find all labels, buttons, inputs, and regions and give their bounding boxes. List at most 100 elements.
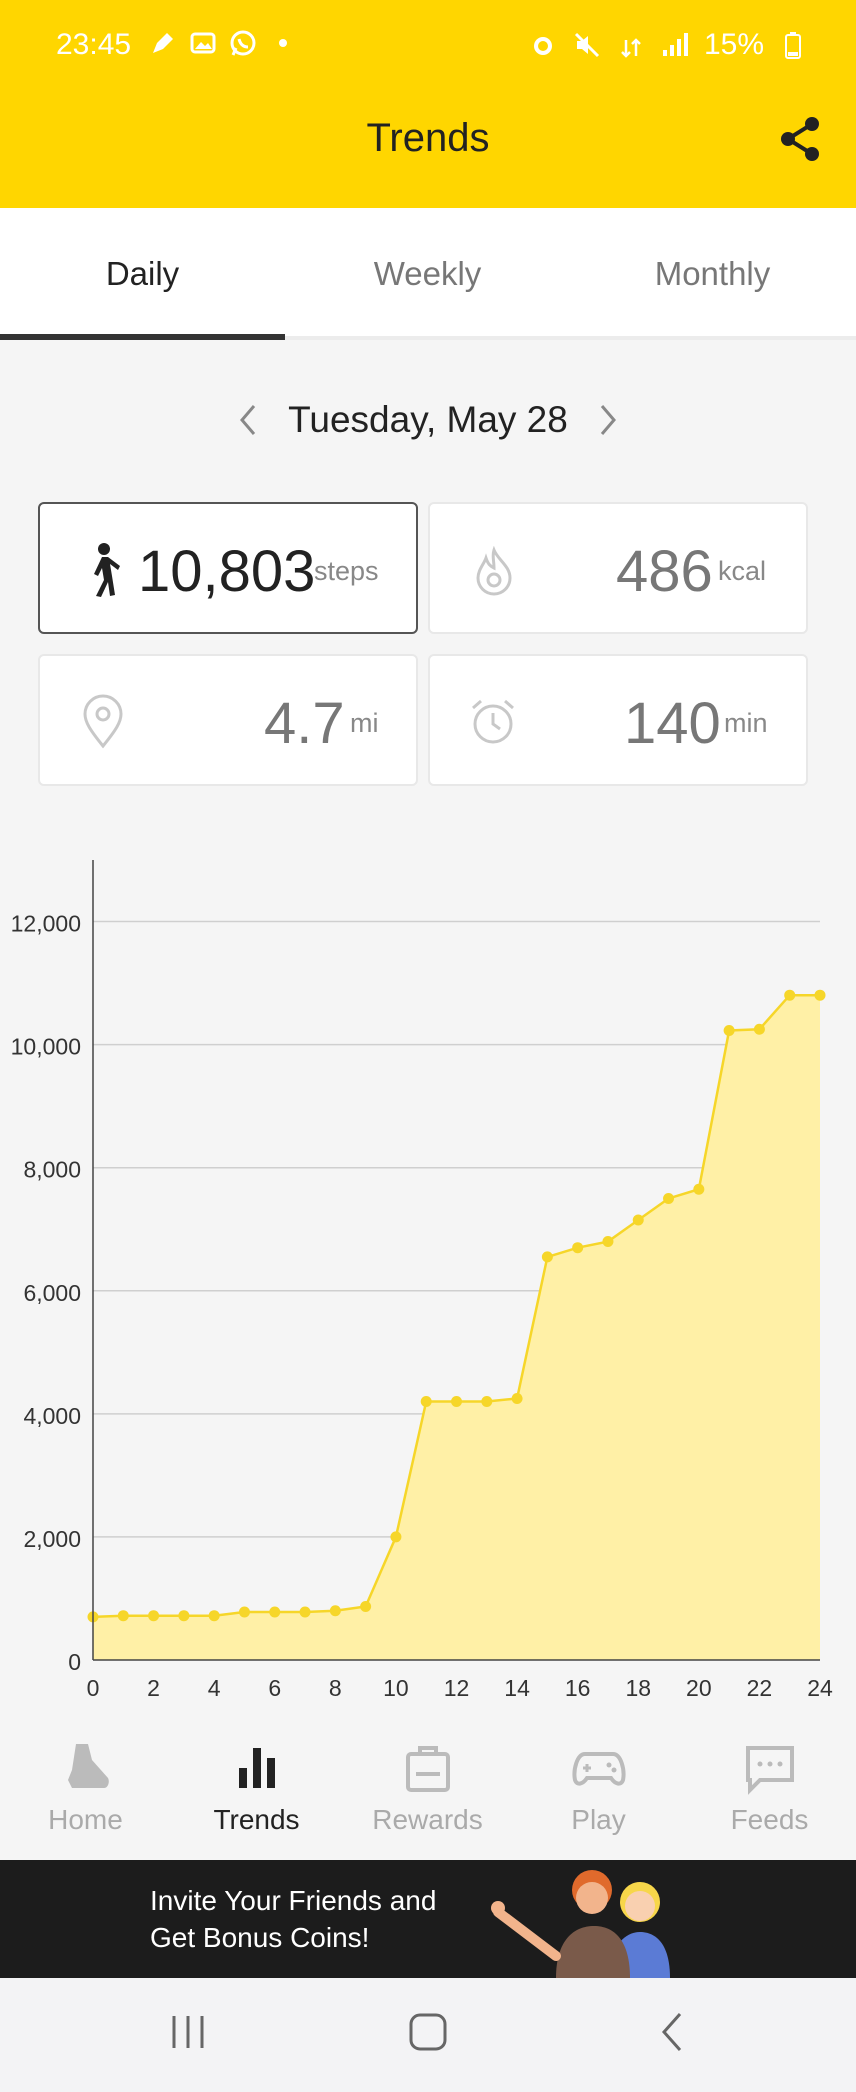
tab-weekly[interactable]: Weekly: [285, 208, 570, 340]
shopping-bag-icon: [405, 1746, 450, 1792]
nav-feeds-label: Feeds: [730, 1804, 809, 1835]
data-point: [541, 1251, 553, 1263]
x-tick-label: 18: [625, 1675, 651, 1700]
whatsapp-notification-icon: [228, 28, 258, 58]
distance-card[interactable]: 4.7 mi: [38, 654, 418, 786]
distance-unit: mi: [350, 708, 379, 738]
nav-trends[interactable]: Trends: [171, 1740, 342, 1836]
data-point: [269, 1606, 281, 1618]
y-tick-label: 2,000: [23, 1526, 81, 1552]
y-tick-label: 4,000: [23, 1403, 81, 1429]
steps-chart: 0 2,000 4,000 6,000 8,000 10,000 12,000 0 2 4 6 8 10…: [0, 850, 856, 1701]
data-point: [329, 1605, 341, 1617]
calories-card[interactable]: 486 kcal: [428, 502, 808, 634]
friends-illustration: [491, 1870, 670, 1978]
bottom-navigation: Home Trends Rewards Play Feeds: [0, 1720, 856, 1860]
steps-card[interactable]: 10,803 steps: [38, 502, 418, 634]
data-point: [511, 1392, 523, 1404]
y-tick-label: 6,000: [23, 1280, 81, 1306]
steps-value: 10,803: [138, 539, 316, 604]
banner-line-1: Invite Your Friends and: [150, 1885, 437, 1916]
nav-rewards[interactable]: Rewards: [342, 1740, 513, 1836]
distance-value: 4.7: [264, 691, 345, 756]
nav-feeds[interactable]: Feeds: [684, 1740, 855, 1836]
data-point: [723, 1024, 735, 1036]
data-point: [572, 1242, 584, 1254]
active-time-value: 140: [624, 691, 721, 756]
alarm-status-icon: [528, 30, 558, 60]
y-tick-label: 8,000: [23, 1157, 81, 1183]
next-day-button[interactable]: [588, 396, 628, 444]
data-point: [693, 1183, 705, 1195]
status-right-icons: 15%: [528, 28, 808, 62]
y-tick-label: 10,000: [11, 1034, 81, 1060]
nav-trends-label: Trends: [213, 1804, 300, 1835]
page-title: Trends: [366, 116, 490, 160]
share-button[interactable]: [776, 114, 826, 164]
system-navigation-bar: [0, 1978, 856, 2092]
recent-apps-button[interactable]: [166, 2010, 210, 2059]
nav-rewards-label: Rewards: [372, 1804, 483, 1835]
x-tick-label: 6: [268, 1675, 281, 1700]
tab-monthly[interactable]: Monthly: [570, 208, 855, 340]
home-button[interactable]: [406, 2008, 450, 2061]
x-tick-label: 20: [686, 1675, 712, 1700]
data-point: [481, 1396, 493, 1408]
status-bar: 23:45 15%: [0, 0, 856, 92]
data-point: [299, 1606, 311, 1618]
x-tick-label: 0: [87, 1675, 100, 1700]
more-notifications-dot-icon: [268, 28, 298, 58]
share-icon: [781, 117, 819, 161]
data-point: [451, 1396, 462, 1408]
active-time-unit: min: [724, 708, 768, 738]
banner-line-2: Get Bonus Coins!: [150, 1922, 370, 1953]
lte-status-icon: [616, 30, 646, 60]
previous-day-button[interactable]: [228, 396, 268, 444]
nav-home-label: Home: [48, 1804, 123, 1835]
x-tick-label: 22: [747, 1675, 773, 1700]
walker-icon: [82, 542, 122, 603]
data-point: [178, 1610, 190, 1622]
data-point: [784, 989, 796, 1001]
period-tabs: Daily Weekly Monthly: [0, 208, 856, 340]
y-tick-label: 12,000: [11, 911, 81, 937]
alarm-clock-icon: [468, 696, 518, 753]
signal-status-icon: [660, 30, 690, 60]
invite-banner[interactable]: Invite Your Friends and Get Bonus Coins!: [0, 1860, 856, 1978]
active-time-card[interactable]: 140 min: [428, 654, 808, 786]
home-icon: [409, 2013, 447, 2051]
nav-play-label: Play: [571, 1804, 626, 1835]
steps-area-chart: 02,0004,0006,0008,00010,00012,0000 2 4 6 8 10…: [11, 860, 833, 1701]
data-point: [632, 1214, 644, 1226]
recent-apps-icon: [172, 2016, 204, 2048]
nav-home[interactable]: Home: [0, 1740, 171, 1836]
data-point: [208, 1610, 220, 1622]
data-point: [360, 1600, 372, 1612]
banner-text: Invite Your Friends and Get Bonus Coins!: [150, 1882, 436, 1956]
x-tick-label: 14: [504, 1675, 530, 1700]
x-tick-label: 4: [208, 1675, 221, 1700]
image-notification-icon: [188, 28, 218, 58]
data-point: [814, 989, 826, 1001]
back-button[interactable]: [650, 2008, 694, 2061]
nav-play[interactable]: Play: [513, 1740, 684, 1836]
x-tick-label: 24: [807, 1675, 833, 1700]
location-pin-icon: [80, 694, 126, 755]
x-tick-label: 10: [383, 1675, 409, 1700]
data-point: [420, 1396, 432, 1408]
calories-unit: kcal: [718, 556, 767, 586]
status-time: 23:45: [56, 28, 132, 61]
back-icon: [661, 2013, 682, 2051]
shoe-icon: [67, 1744, 109, 1788]
pen-notification-icon: [148, 28, 178, 58]
calories-value: 486: [616, 539, 713, 604]
chevron-right-icon: [600, 405, 616, 435]
data-point: [753, 1023, 765, 1035]
x-tick-label: 16: [565, 1675, 591, 1700]
steps-unit: steps: [314, 556, 379, 586]
date-selector: Tuesday, May 28: [0, 390, 856, 450]
x-tick-label: 2: [147, 1675, 160, 1700]
data-point: [238, 1606, 250, 1618]
tab-daily[interactable]: Daily: [0, 208, 285, 340]
chat-bubble-icon: [745, 1746, 794, 1795]
